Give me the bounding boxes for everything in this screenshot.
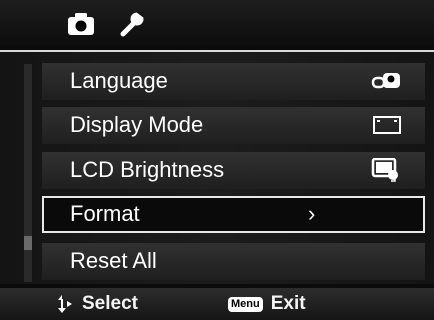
select-label: Select bbox=[82, 293, 138, 314]
menu-item-label: Language bbox=[70, 68, 168, 93]
language-icon bbox=[371, 69, 403, 93]
menu-item-label: Format bbox=[70, 201, 140, 226]
footer-hint-bar: Select Menu Exit bbox=[0, 288, 434, 320]
menu-item-label: Display Mode bbox=[70, 112, 204, 137]
menu-item-format[interactable]: Format › bbox=[42, 196, 425, 233]
lcd-brightness-auto-icon bbox=[371, 158, 403, 182]
menu-item-label: Reset All bbox=[70, 248, 157, 273]
exit-label: Exit bbox=[270, 293, 306, 314]
top-tab-bar bbox=[0, 0, 434, 46]
camera-icon[interactable] bbox=[66, 11, 96, 37]
select-hint: Select bbox=[56, 293, 138, 315]
menu-item-language[interactable]: Language bbox=[42, 63, 425, 100]
up-down-arrow-icon bbox=[58, 295, 72, 313]
wrench-icon[interactable] bbox=[118, 11, 148, 37]
scrollbar-thumb[interactable] bbox=[24, 236, 32, 250]
menu-item-label: LCD Brightness bbox=[70, 157, 225, 182]
exit-hint: Menu Exit bbox=[228, 293, 306, 315]
menu-item-reset-all[interactable]: Reset All bbox=[42, 243, 425, 280]
display-mode-icon bbox=[371, 113, 403, 137]
menu-item-display-mode[interactable]: Display Mode bbox=[42, 107, 425, 144]
chevron-right-icon: › bbox=[308, 201, 316, 226]
menu-item-lcd-brightness[interactable]: LCD Brightness bbox=[42, 152, 425, 189]
menu-button-icon: Menu bbox=[228, 296, 263, 312]
